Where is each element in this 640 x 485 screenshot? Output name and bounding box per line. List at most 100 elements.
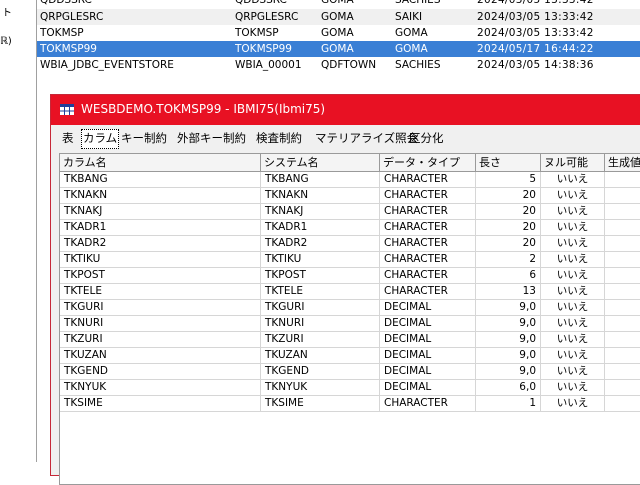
cell-data-type: CHARACTER [380,236,476,251]
object-name: QDDSSRC [40,0,92,6]
cell-system-name: TKUZAN [261,348,380,363]
table-row[interactable]: TKUZAN TKUZAN DECIMAL 9,0 いいえ [60,348,640,364]
object-name: TOKMSP [40,27,84,39]
table-row[interactable]: TKNURI TKNURI DECIMAL 9,0 いいえ [60,316,640,332]
table-row[interactable]: TKBANG TKBANG CHARACTER 5 いいえ [60,172,640,188]
table-row[interactable]: TKTELE TKTELE CHARACTER 13 いいえ [60,284,640,300]
left-panel-text: ト [2,8,12,19]
cell-system-name: TKBANG [261,172,380,187]
cell-column-name: TKADR1 [60,220,261,235]
list-row[interactable]: TOKMSP TOKMSP GOMA GOMA 2024/03/05 13:33… [37,25,640,41]
list-row[interactable]: QRPGLESRC QRPGLESRC GOMA SAIKI 2024/03/0… [37,9,640,25]
table-row[interactable]: TKNAKJ TKNAKJ CHARACTER 20 いいえ [60,204,640,220]
cell-generated [605,364,640,379]
cell-system-name: TKNURI [261,316,380,331]
cell-length: 1 [476,396,541,411]
cell-system-name: TKADR1 [261,220,380,235]
left-panel: ト ℝ) [0,0,36,462]
table-row[interactable]: TKZURI TKZURI DECIMAL 9,0 いいえ [60,332,640,348]
column-header-name[interactable]: カラム名 [60,154,261,171]
cell-length: 5 [476,172,541,187]
object-name: WBIA_JDBC_EVENTSTORE [40,59,174,71]
cell-data-type: DECIMAL [380,348,476,363]
cell-nullable: いいえ [541,252,605,267]
cell-nullable: いいえ [541,236,605,251]
cell-generated [605,300,640,315]
object-owner: GOMA [395,43,428,55]
object-owner: GOMA [395,27,428,39]
cell-length: 9,0 [476,332,541,347]
cell-generated [605,396,640,411]
table-row[interactable]: TKSIME TKSIME CHARACTER 1 いいえ [60,396,640,412]
cell-system-name: TKTELE [261,284,380,299]
cell-system-name: TKGEND [261,364,380,379]
cell-length: 20 [476,204,541,219]
cell-generated [605,204,640,219]
cell-nullable: いいえ [541,316,605,331]
window-titlebar[interactable]: WESBDEMO.TOKMSP99 - IBMI75(Ibmi75) [51,95,640,125]
list-row[interactable]: WBIA_JDBC_EVENTSTORE WBIA_00001 QDFTOWN … [37,57,640,73]
table-row[interactable]: TKNYUK TKNYUK DECIMAL 6,0 いいえ [60,380,640,396]
cell-data-type: DECIMAL [380,380,476,395]
cell-length: 20 [476,220,541,235]
cell-column-name: TKADR2 [60,236,261,251]
cell-system-name: TKNYUK [261,380,380,395]
object-owner: SACHIES [395,0,441,6]
cell-generated [605,252,640,267]
object-lib: GOMA [321,11,354,23]
cell-column-name: TKNAKN [60,188,261,203]
column-header-system-name[interactable]: システム名 [261,154,380,171]
table-row[interactable]: TKPOST TKPOST CHARACTER 6 いいえ [60,268,640,284]
tab-key-constraints[interactable]: キー制約 [120,129,168,147]
object-lib: GOMA [321,0,354,6]
object-name: TOKMSP99 [40,43,97,55]
cell-column-name: TKGEND [60,364,261,379]
table-row[interactable]: TKGURI TKGURI DECIMAL 9,0 いいえ [60,300,640,316]
cell-data-type: CHARACTER [380,284,476,299]
table-row[interactable]: TKTIKU TKTIKU CHARACTER 2 いいえ [60,252,640,268]
table-row[interactable]: TKADR1 TKADR1 CHARACTER 20 いいえ [60,220,640,236]
tab-table[interactable]: 表 [61,129,75,147]
table-row[interactable]: TKADR2 TKADR2 CHARACTER 20 いいえ [60,236,640,252]
column-header-length[interactable]: 長さ [476,154,541,171]
list-row[interactable]: QDDSSRC QDDSSRC GOMA SACHIES 2024/03/05 … [37,0,640,8]
window-title: WESBDEMO.TOKMSP99 - IBMI75(Ibmi75) [81,102,326,116]
object-sysname: TOKMSP99 [235,43,292,55]
cell-nullable: いいえ [541,332,605,347]
cell-system-name: TKGURI [261,300,380,315]
cell-data-type: DECIMAL [380,332,476,347]
tab-check-constraints[interactable]: 検査制約 [255,129,303,147]
object-lib: GOMA [321,27,354,39]
object-date: 2024/03/05 13:33:42 [477,0,594,6]
column-header-nullable[interactable]: ヌル可能 [541,154,605,171]
cell-system-name: TKSIME [261,396,380,411]
cell-system-name: TKPOST [261,268,380,283]
cell-column-name: TKSIME [60,396,261,411]
cell-nullable: いいえ [541,348,605,363]
tab-columns[interactable]: カラム [81,129,120,149]
table-row[interactable]: TKGEND TKGEND DECIMAL 9,0 いいえ [60,364,640,380]
cell-column-name: TKGURI [60,300,261,315]
cell-length: 20 [476,188,541,203]
cell-column-name: TKNAKJ [60,204,261,219]
cell-data-type: CHARACTER [380,268,476,283]
tab-materialized-query[interactable]: マテリアライズ照会 [314,129,419,147]
columns-grid: カラム名 システム名 データ・タイプ 長さ ヌル可能 生成値 TKBANG TKB… [59,153,640,485]
cell-column-name: TKZURI [60,332,261,347]
cell-nullable: いいえ [541,268,605,283]
cell-length: 20 [476,236,541,251]
tab-foreign-key-constraints[interactable]: 外部キー制約 [176,129,247,147]
column-header-generated[interactable]: 生成値 [605,154,640,171]
object-lib: QDFTOWN [321,59,377,71]
list-row-selected[interactable]: TOKMSP99 TOKMSP99 GOMA GOMA 2024/05/17 1… [37,41,640,57]
cell-column-name: TKPOST [60,268,261,283]
cell-data-type: DECIMAL [380,364,476,379]
tab-partitioning[interactable]: 区分化 [408,129,445,147]
cell-generated [605,188,640,203]
cell-generated [605,348,640,363]
cell-nullable: いいえ [541,380,605,395]
object-name: QRPGLESRC [40,11,104,23]
table-row[interactable]: TKNAKN TKNAKN CHARACTER 20 いいえ [60,188,640,204]
cell-data-type: CHARACTER [380,252,476,267]
column-header-data-type[interactable]: データ・タイプ [380,154,476,171]
